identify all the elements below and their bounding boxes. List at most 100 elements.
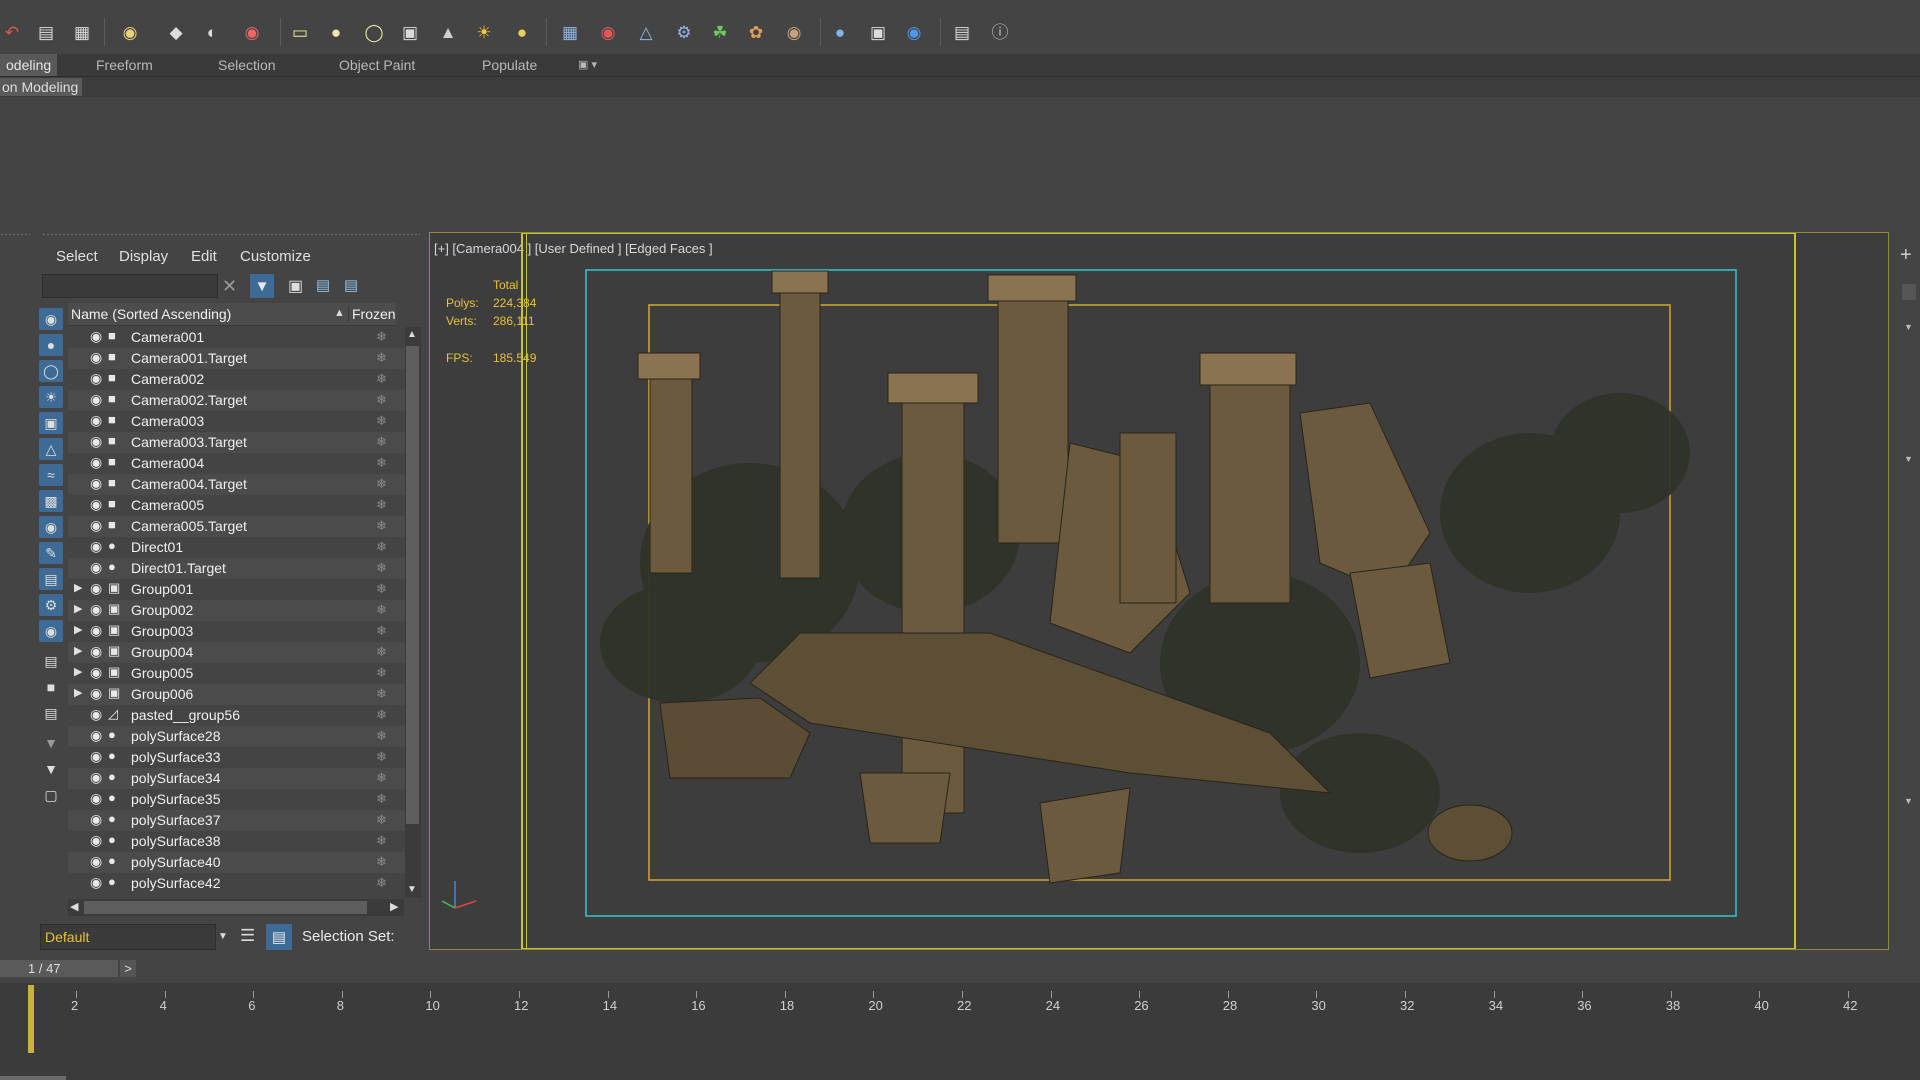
eye-icon[interactable]: ◉ — [90, 643, 102, 660]
menu-customize[interactable]: Customize — [240, 248, 311, 265]
tab-object-paint[interactable]: Object Paint — [339, 54, 415, 76]
tab-freeform[interactable]: Freeform — [96, 54, 153, 76]
scroll-down-icon[interactable]: ▼ — [407, 884, 417, 895]
container-filter-icon[interactable]: ▤ — [39, 568, 63, 590]
spacewarp-filter-icon[interactable]: ≈ — [39, 464, 63, 486]
freeze-icon[interactable]: ❄ — [376, 392, 387, 408]
eye-icon[interactable]: ◉ — [90, 412, 102, 429]
freeze-icon[interactable]: ❄ — [376, 371, 387, 387]
layer-manager-icon[interactable]: ▤ — [34, 20, 58, 44]
eye-icon[interactable]: ◉ — [90, 349, 102, 366]
freeze-icon[interactable]: ❄ — [376, 854, 387, 870]
eye-icon[interactable]: ◉ — [90, 727, 102, 744]
teapot-icon[interactable]: ◐ — [200, 20, 224, 44]
freeze-icon[interactable]: ❄ — [376, 770, 387, 786]
vertical-scroll-thumb[interactable] — [406, 346, 419, 824]
chevron-down-icon[interactable]: ▼ — [218, 931, 228, 942]
xref-filter-icon[interactable]: ◉ — [39, 516, 63, 538]
select-invert-icon[interactable]: ▤ — [39, 702, 63, 724]
menu-display[interactable]: Display — [119, 248, 168, 265]
freeze-icon[interactable]: ❄ — [376, 455, 387, 471]
list-item[interactable]: ◉ ■ Camera003 ❄ — [68, 411, 405, 432]
eye-icon[interactable]: ◉ — [90, 811, 102, 828]
list-item[interactable]: ◉ ● polySurface28 ❄ — [68, 726, 405, 747]
column-frozen-header[interactable]: Frozen — [352, 306, 396, 322]
render-production-icon[interactable]: ◉ — [902, 20, 926, 44]
filter-icon[interactable]: ▼ — [250, 274, 274, 298]
list-item[interactable]: ◉ ■ Camera002 ❄ — [68, 369, 405, 390]
layer-dropdown[interactable]: Default — [40, 924, 216, 950]
scatter-icon[interactable]: ▦ — [558, 20, 582, 44]
freeze-icon[interactable]: ❄ — [376, 623, 387, 639]
layer-tree-icon[interactable]: ▤ — [344, 276, 358, 294]
eye-icon[interactable]: ◉ — [90, 559, 102, 576]
plane-icon[interactable]: ▣ — [398, 20, 422, 44]
menu-edit[interactable]: Edit — [191, 248, 217, 265]
eye-icon[interactable]: ◉ — [90, 517, 102, 534]
eye-icon[interactable]: ◉ — [90, 832, 102, 849]
grass-icon[interactable]: ☘ — [708, 20, 732, 44]
eye-icon[interactable]: ◉ — [90, 601, 102, 618]
camera-filter-icon[interactable]: ▣ — [39, 412, 63, 434]
freeze-icon[interactable]: ❄ — [376, 581, 387, 597]
display-all-icon[interactable]: ◉ — [39, 308, 63, 330]
eye-icon[interactable]: ◉ — [90, 874, 102, 891]
eye-icon[interactable]: ◉ — [90, 391, 102, 408]
chevron-down-icon[interactable]: ▼ — [1904, 454, 1913, 464]
eye-icon[interactable]: ◉ — [90, 433, 102, 450]
list-item[interactable]: ◉ ■ Camera001.Target ❄ — [68, 348, 405, 369]
freeze-icon[interactable]: ❄ — [376, 329, 387, 345]
add-icon[interactable]: + — [1900, 244, 1912, 267]
light-filter-icon[interactable]: ☀ — [39, 386, 63, 408]
freeze-icon[interactable]: ❄ — [376, 665, 387, 681]
sphere-icon[interactable]: ◯ — [362, 20, 386, 44]
list-item[interactable]: ◉ ■ Camera003.Target ❄ — [68, 432, 405, 453]
freeze-icon[interactable]: ❄ — [376, 644, 387, 660]
list-item[interactable]: ◉ ■ Camera002.Target ❄ — [68, 390, 405, 411]
gear-icon[interactable]: ⚙ — [672, 20, 696, 44]
expand-arrow-icon[interactable]: ▶ — [74, 644, 82, 657]
chevron-down-icon[interactable]: ▼ — [1904, 322, 1913, 332]
bend-icon[interactable]: ◉ — [596, 20, 620, 44]
eye-icon[interactable]: ◉ — [90, 538, 102, 555]
clear-search-icon[interactable]: ✕ — [222, 276, 237, 297]
select-all-icon[interactable]: ▤ — [39, 650, 63, 672]
lock-icon[interactable]: ▣ — [288, 276, 303, 296]
particle-filter-icon[interactable]: ⚙ — [39, 594, 63, 616]
panel-tab[interactable] — [1902, 284, 1916, 300]
filter-off-icon[interactable]: ▼ — [39, 732, 63, 754]
freeze-icon[interactable]: ❄ — [376, 875, 387, 891]
hair-fur-icon[interactable]: ✿ — [744, 20, 768, 44]
tab-populate[interactable]: Populate — [482, 54, 537, 76]
horizontal-scroll-thumb[interactable] — [84, 901, 367, 914]
menu-select[interactable]: Select — [56, 248, 98, 265]
list-item[interactable]: ▶ ◉ ▣ Group002 ❄ — [68, 600, 405, 621]
hidden-filter-icon[interactable]: ◉ — [39, 620, 63, 642]
scroll-left-icon[interactable]: ◀ — [70, 900, 78, 913]
freeze-icon[interactable]: ❄ — [376, 812, 387, 828]
perspective-viewport[interactable]: [+] [Camera004 ] [User Defined ] [Edged … — [429, 232, 1889, 950]
tree-icon[interactable]: ◉ — [782, 20, 806, 44]
eye-icon[interactable]: ◉ — [90, 622, 102, 639]
column-name-header[interactable]: Name (Sorted Ascending) — [71, 306, 231, 322]
render-frame-icon[interactable]: ▣ — [866, 20, 890, 44]
freeze-icon[interactable]: ❄ — [376, 350, 387, 366]
sun-icon[interactable]: ☀ — [472, 20, 496, 44]
box-icon[interactable]: ▭ — [288, 20, 312, 44]
eye-icon[interactable]: ◉ — [90, 454, 102, 471]
polygon-modeling-panel[interactable]: on Modeling — [0, 78, 83, 96]
help-icon[interactable]: ⓘ — [988, 20, 1012, 44]
group-filter-icon[interactable]: ▩ — [39, 490, 63, 512]
freeze-icon[interactable]: ❄ — [376, 434, 387, 450]
list-item[interactable]: ◉ ■ Camera004.Target ❄ — [68, 474, 405, 495]
layer-explorer-icon[interactable]: ☰ — [240, 926, 255, 946]
freeze-icon[interactable]: ❄ — [376, 749, 387, 765]
tab-modeling[interactable]: odeling — [0, 54, 58, 76]
freeze-icon[interactable]: ❄ — [376, 560, 387, 576]
cone-icon[interactable]: ▲ — [436, 20, 460, 44]
list-item[interactable]: ◉ ● polySurface33 ❄ — [68, 747, 405, 768]
eye-icon[interactable]: ◉ — [90, 580, 102, 597]
eye-icon[interactable]: ◉ — [90, 685, 102, 702]
expand-arrow-icon[interactable]: ▶ — [74, 665, 82, 678]
freeze-icon[interactable]: ❄ — [376, 791, 387, 807]
